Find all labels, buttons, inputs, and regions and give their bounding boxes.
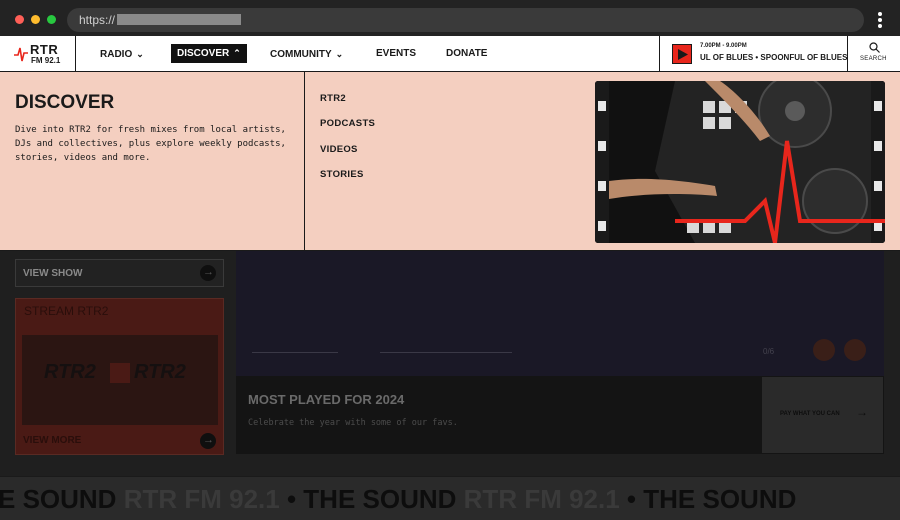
logo-heartbeat-icon [14,47,28,62]
nav-discover-label: DISCOVER [177,48,230,59]
nav-radio-label: RADIO [100,49,133,60]
nav-donate[interactable]: DONATE [446,36,487,72]
arrow-right-icon: → [200,265,216,281]
stream-rtr2-card[interactable]: STREAM RTR2 RTR2 RTR2 VIEW MORE → [15,298,224,455]
minimize-window-button[interactable] [31,15,40,24]
chevron-down-icon: ⌄ [136,49,144,59]
most-played-description: Celebrate the year with some of our favs… [248,418,458,428]
dropdown-description: Dive into RTR2 for fresh mixes from loca… [15,125,286,163]
dropdown-title: DISCOVER [15,92,115,113]
stream-title: STREAM RTR2 [24,304,109,318]
url-prefix: https:// [79,13,116,27]
pay-label: PAY WHAT YOU CAN [780,411,840,417]
search-icon [869,42,880,53]
discover-dropdown: DISCOVER Dive into RTR2 for fresh mixes … [0,72,900,251]
view-show-label: VIEW SHOW [23,268,83,279]
arrow-right-icon: → [200,433,216,449]
search-button[interactable]: SEARCH [849,36,900,72]
browser-chrome: https:// [0,0,900,36]
nav-community[interactable]: COMMUNITY ⌄ [270,36,343,72]
marquee-word: • THE SOUND [286,484,457,514]
now-playing-widget[interactable]: 7.00PM - 9.00PM UL OF BLUES • SPOONFUL O… [659,36,848,72]
browser-menu-icon[interactable] [875,12,885,28]
stream-play-icon [110,363,130,383]
view-more-label: VIEW MORE [23,435,82,446]
marquee-word: E SOUND [0,484,117,514]
nav-discover[interactable]: DISCOVER ⌃ [171,44,247,63]
most-played-title: MOST PLAYED FOR 2024 [248,392,405,407]
stream-card-artwork: RTR2 RTR2 [22,335,218,425]
dropdown-link-stories[interactable]: STORIES [320,169,364,180]
marquee-ghost: RTR FM 92.1 [463,484,620,514]
most-played-section[interactable]: MOST PLAYED FOR 2024 Celebrate the year … [236,376,884,454]
carousel-progress [380,352,512,353]
chevron-down-icon: ⌄ [335,49,344,59]
marquee-ghost: RTR FM 92.1 [123,484,280,514]
hero-carousel: 0/6 [236,251,884,376]
nav-radio[interactable]: RADIO ⌄ [100,36,144,72]
nav-donate-label: DONATE [446,48,488,59]
marquee-banner: E SOUND RTR FM 92.1 • THE SOUND RTR FM 9… [0,476,900,520]
carousel-next-button[interactable] [844,339,866,361]
carousel-prev-button[interactable] [813,339,835,361]
search-label: SEARCH [860,56,887,62]
site-nav: RTR FM 92.1 RADIO ⌄ DISCOVER ⌃ COMMUNITY ⌄ … [0,36,900,72]
now-playing-show: UL OF BLUES • SPOONFUL OF BLUES [700,53,848,62]
pay-what-you-can-button[interactable]: PAY WHAT YOU CAN → [762,377,883,453]
play-icon [678,49,688,60]
dropdown-link-videos[interactable]: VIDEOS [320,144,358,155]
logo-text: RTR [30,42,59,57]
marquee-word: • THE SOUND [626,484,797,514]
nav-events-label: EVENTS [376,48,417,59]
maximize-window-button[interactable] [47,15,56,24]
nav-events[interactable]: EVENTS [376,36,416,72]
carousel-progress [252,352,338,353]
nav-community-label: COMMUNITY [270,49,332,60]
marquee-text: E SOUND RTR FM 92.1 • THE SOUND RTR FM 9… [0,484,796,515]
dj-turntable-illustration [595,81,885,243]
arrow-right-icon: → [856,405,868,419]
dj-turntable-image [595,81,885,243]
dropdown-link-podcasts[interactable]: PODCASTS [320,118,375,129]
logo-frequency: FM 92.1 [31,56,61,65]
stream-card-logo: RTR2 [44,361,96,383]
carousel-counter: 0/6 [763,347,775,356]
site-logo[interactable]: RTR FM 92.1 [0,36,76,72]
stream-card-logo: RTR2 [134,361,186,383]
url-redacted [117,14,241,25]
now-playing-time: 7.00PM - 9.00PM [700,43,747,49]
close-window-button[interactable] [15,15,24,24]
address-bar[interactable]: https:// [67,8,864,32]
page-background: VIEW SHOW → STREAM RTR2 RTR2 RTR2 VIEW M… [0,251,900,520]
chevron-up-icon: ⌃ [233,48,241,58]
dropdown-divider [304,72,305,251]
play-button[interactable] [672,44,692,64]
view-show-button[interactable]: VIEW SHOW → [15,259,224,287]
dropdown-link-rtr2[interactable]: RTR2 [320,93,346,104]
